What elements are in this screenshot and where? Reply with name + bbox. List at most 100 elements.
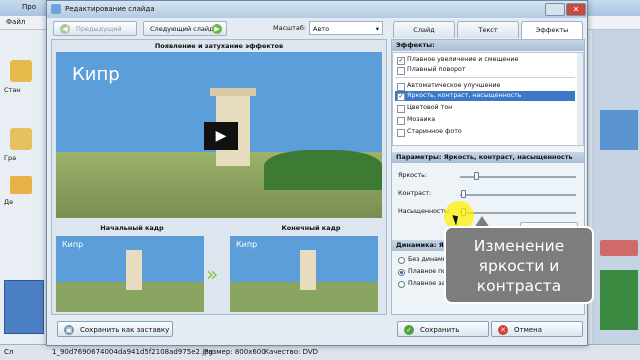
radio-dot-fade-out[interactable] bbox=[398, 281, 405, 288]
effects-section-header: Эффекты: bbox=[392, 40, 584, 51]
folder-icon[interactable] bbox=[10, 176, 32, 194]
end-thumb-caption: Кипр bbox=[236, 240, 258, 249]
saturation-track[interactable] bbox=[460, 212, 576, 214]
tab-text-label: Текст bbox=[478, 26, 498, 34]
start-frame-label: Начальный кадр bbox=[100, 224, 164, 232]
list-divider bbox=[395, 77, 575, 78]
scale-select[interactable]: Авто ▾ bbox=[309, 21, 383, 35]
saturation-label: Насыщенность: bbox=[398, 208, 450, 215]
effect-brightness[interactable]: ✓ Яркость, контраст, насыщенность bbox=[395, 91, 575, 101]
effect-mosaic-label: Мозаика bbox=[407, 116, 436, 123]
effect-mosaic[interactable]: Мозаика bbox=[395, 115, 575, 125]
minimize-icon[interactable] bbox=[545, 3, 565, 16]
checkbox-rotate[interactable] bbox=[397, 67, 405, 75]
effects-list: ✓ Плавное увеличение и смещение Плавный п… bbox=[392, 52, 584, 146]
thumb-ruins-end bbox=[300, 250, 316, 290]
contrast-slider[interactable] bbox=[461, 190, 467, 198]
timeline-thumb-1[interactable] bbox=[600, 110, 638, 150]
checkbox-mosaic[interactable] bbox=[397, 117, 405, 125]
background-right-panel bbox=[592, 30, 640, 350]
cancel-label: Отмена bbox=[514, 326, 543, 334]
effect-rotate-label: Плавный поворот bbox=[407, 66, 466, 73]
save-button[interactable]: ✓ Сохранить bbox=[397, 321, 489, 337]
statusbar: Сл 1_90d7690674004da941d5f2108ad975e2.jp… bbox=[0, 344, 640, 360]
effects-heading: Появление и затухание эффектов bbox=[154, 42, 284, 50]
callout-line-2: яркости и bbox=[478, 257, 560, 275]
start-frame-thumb[interactable]: Кипр bbox=[56, 236, 204, 312]
radio-dot-fade-in[interactable] bbox=[398, 269, 405, 276]
left-item-1[interactable]: Стан bbox=[4, 86, 21, 94]
effect-hue-label: Цветовой тон bbox=[407, 104, 453, 111]
checkbox-brightness[interactable]: ✓ bbox=[397, 93, 405, 101]
effect-vintage-label: Старинное фото bbox=[407, 128, 462, 135]
background-title: Про bbox=[22, 3, 36, 11]
status-file: 1_90d7690674004da941d5f2108ad975e2.jpg bbox=[52, 348, 214, 356]
start-thumb-caption: Кипр bbox=[62, 240, 84, 249]
tab-slide[interactable]: Слайд bbox=[393, 21, 455, 38]
params-section-header: Параметры: Яркость, контраст, насыщеннос… bbox=[392, 152, 584, 163]
checkbox-vintage[interactable] bbox=[397, 129, 405, 137]
status-left: Сл bbox=[4, 348, 14, 356]
contrast-label: Контраст: bbox=[398, 190, 432, 197]
tab-effects[interactable]: Эффекты bbox=[521, 21, 583, 39]
chevron-down-icon: ▾ bbox=[375, 25, 379, 33]
next-slide-label: Следующий слайд bbox=[150, 25, 214, 33]
radio-dot-no-dynamics[interactable] bbox=[398, 257, 405, 264]
end-frame-label: Конечный кадр bbox=[281, 224, 341, 232]
checkbox-zoom-pan[interactable]: ✓ bbox=[397, 57, 405, 65]
scale-label: Масштаб: bbox=[273, 24, 307, 32]
check-icon: ✓ bbox=[404, 325, 414, 335]
checkbox-hue[interactable] bbox=[397, 105, 405, 113]
play-icon[interactable]: ▶ bbox=[204, 122, 238, 150]
cancel-icon: ✕ bbox=[498, 325, 508, 335]
temple-roof bbox=[210, 88, 256, 96]
double-chevron-right-icon: » bbox=[206, 262, 219, 286]
graphics-icon[interactable] bbox=[10, 128, 32, 150]
left-item-3[interactable]: Де bbox=[4, 198, 13, 206]
effect-auto-enhance-label: Автоматическое улучшение bbox=[407, 82, 501, 89]
brightness-slider[interactable] bbox=[473, 172, 479, 180]
effects-scrollbar[interactable] bbox=[577, 53, 583, 145]
save-as-screensaver-label: Сохранить как заставку bbox=[80, 326, 170, 334]
save-label: Сохранить bbox=[420, 326, 460, 334]
thumb-ruins bbox=[126, 250, 142, 290]
effect-zoom-pan[interactable]: ✓ Плавное увеличение и смещение bbox=[395, 55, 575, 65]
status-quality: Качество: DVD bbox=[264, 348, 319, 356]
effect-vintage[interactable]: Старинное фото bbox=[395, 127, 575, 137]
arrow-right-icon: ▶ bbox=[212, 24, 222, 34]
arrow-left-icon: ◀ bbox=[60, 24, 70, 34]
timeline-thumb-2[interactable] bbox=[600, 270, 638, 330]
tab-text[interactable]: Текст bbox=[457, 21, 519, 38]
menu-file[interactable]: Файл bbox=[6, 18, 25, 26]
preview-caption: Кипр bbox=[72, 64, 120, 85]
left-item-2[interactable]: Гра bbox=[4, 154, 16, 162]
preview-image[interactable]: Кипр ▶ bbox=[56, 52, 382, 218]
contrast-track[interactable] bbox=[460, 194, 576, 196]
next-slide-button[interactable]: Следующий слайд ▶ bbox=[143, 21, 227, 36]
checkbox-auto-enhance[interactable] bbox=[397, 83, 405, 91]
star-icon[interactable] bbox=[10, 60, 32, 82]
status-size: Размер: 800x600 bbox=[204, 348, 266, 356]
effect-hue[interactable]: Цветовой тон bbox=[395, 103, 575, 113]
effect-zoom-pan-label: Плавное увеличение и смещение bbox=[407, 56, 519, 63]
dialog-titlebar: Редактирование слайда ✕ bbox=[47, 1, 587, 18]
dialog-title: Редактирование слайда bbox=[65, 5, 155, 13]
toolbar: ◀ Предыдущий слайд Следующий слайд ▶ Мас… bbox=[51, 19, 387, 48]
brightness-label: Яркость: bbox=[398, 172, 427, 179]
timeline-close-icon[interactable] bbox=[600, 240, 638, 256]
preview-area: Появление и затухание эффектов Кипр ▶ На… bbox=[51, 39, 387, 315]
app-icon bbox=[51, 4, 61, 14]
slide-thumbnail[interactable] bbox=[4, 280, 44, 334]
close-icon[interactable]: ✕ bbox=[566, 3, 586, 16]
cancel-button[interactable]: ✕ Отмена bbox=[491, 321, 583, 337]
scale-value: Авто bbox=[313, 25, 330, 33]
dialog-footer: ▣ Сохранить как заставку ✓ Сохранить ✕ О… bbox=[47, 317, 587, 345]
trees bbox=[264, 150, 382, 190]
tab-bar: Слайд Текст Эффекты bbox=[391, 19, 587, 39]
effect-auto-enhance[interactable]: Автоматическое улучшение bbox=[395, 81, 575, 91]
save-as-screensaver-button[interactable]: ▣ Сохранить как заставку bbox=[57, 321, 173, 337]
tutorial-callout: Изменение яркости и контраста bbox=[444, 226, 594, 304]
effect-rotate[interactable]: Плавный поворот bbox=[395, 65, 575, 75]
prev-slide-button[interactable]: ◀ Предыдущий слайд bbox=[53, 21, 137, 48]
end-frame-thumb[interactable]: Кипр bbox=[230, 236, 378, 312]
